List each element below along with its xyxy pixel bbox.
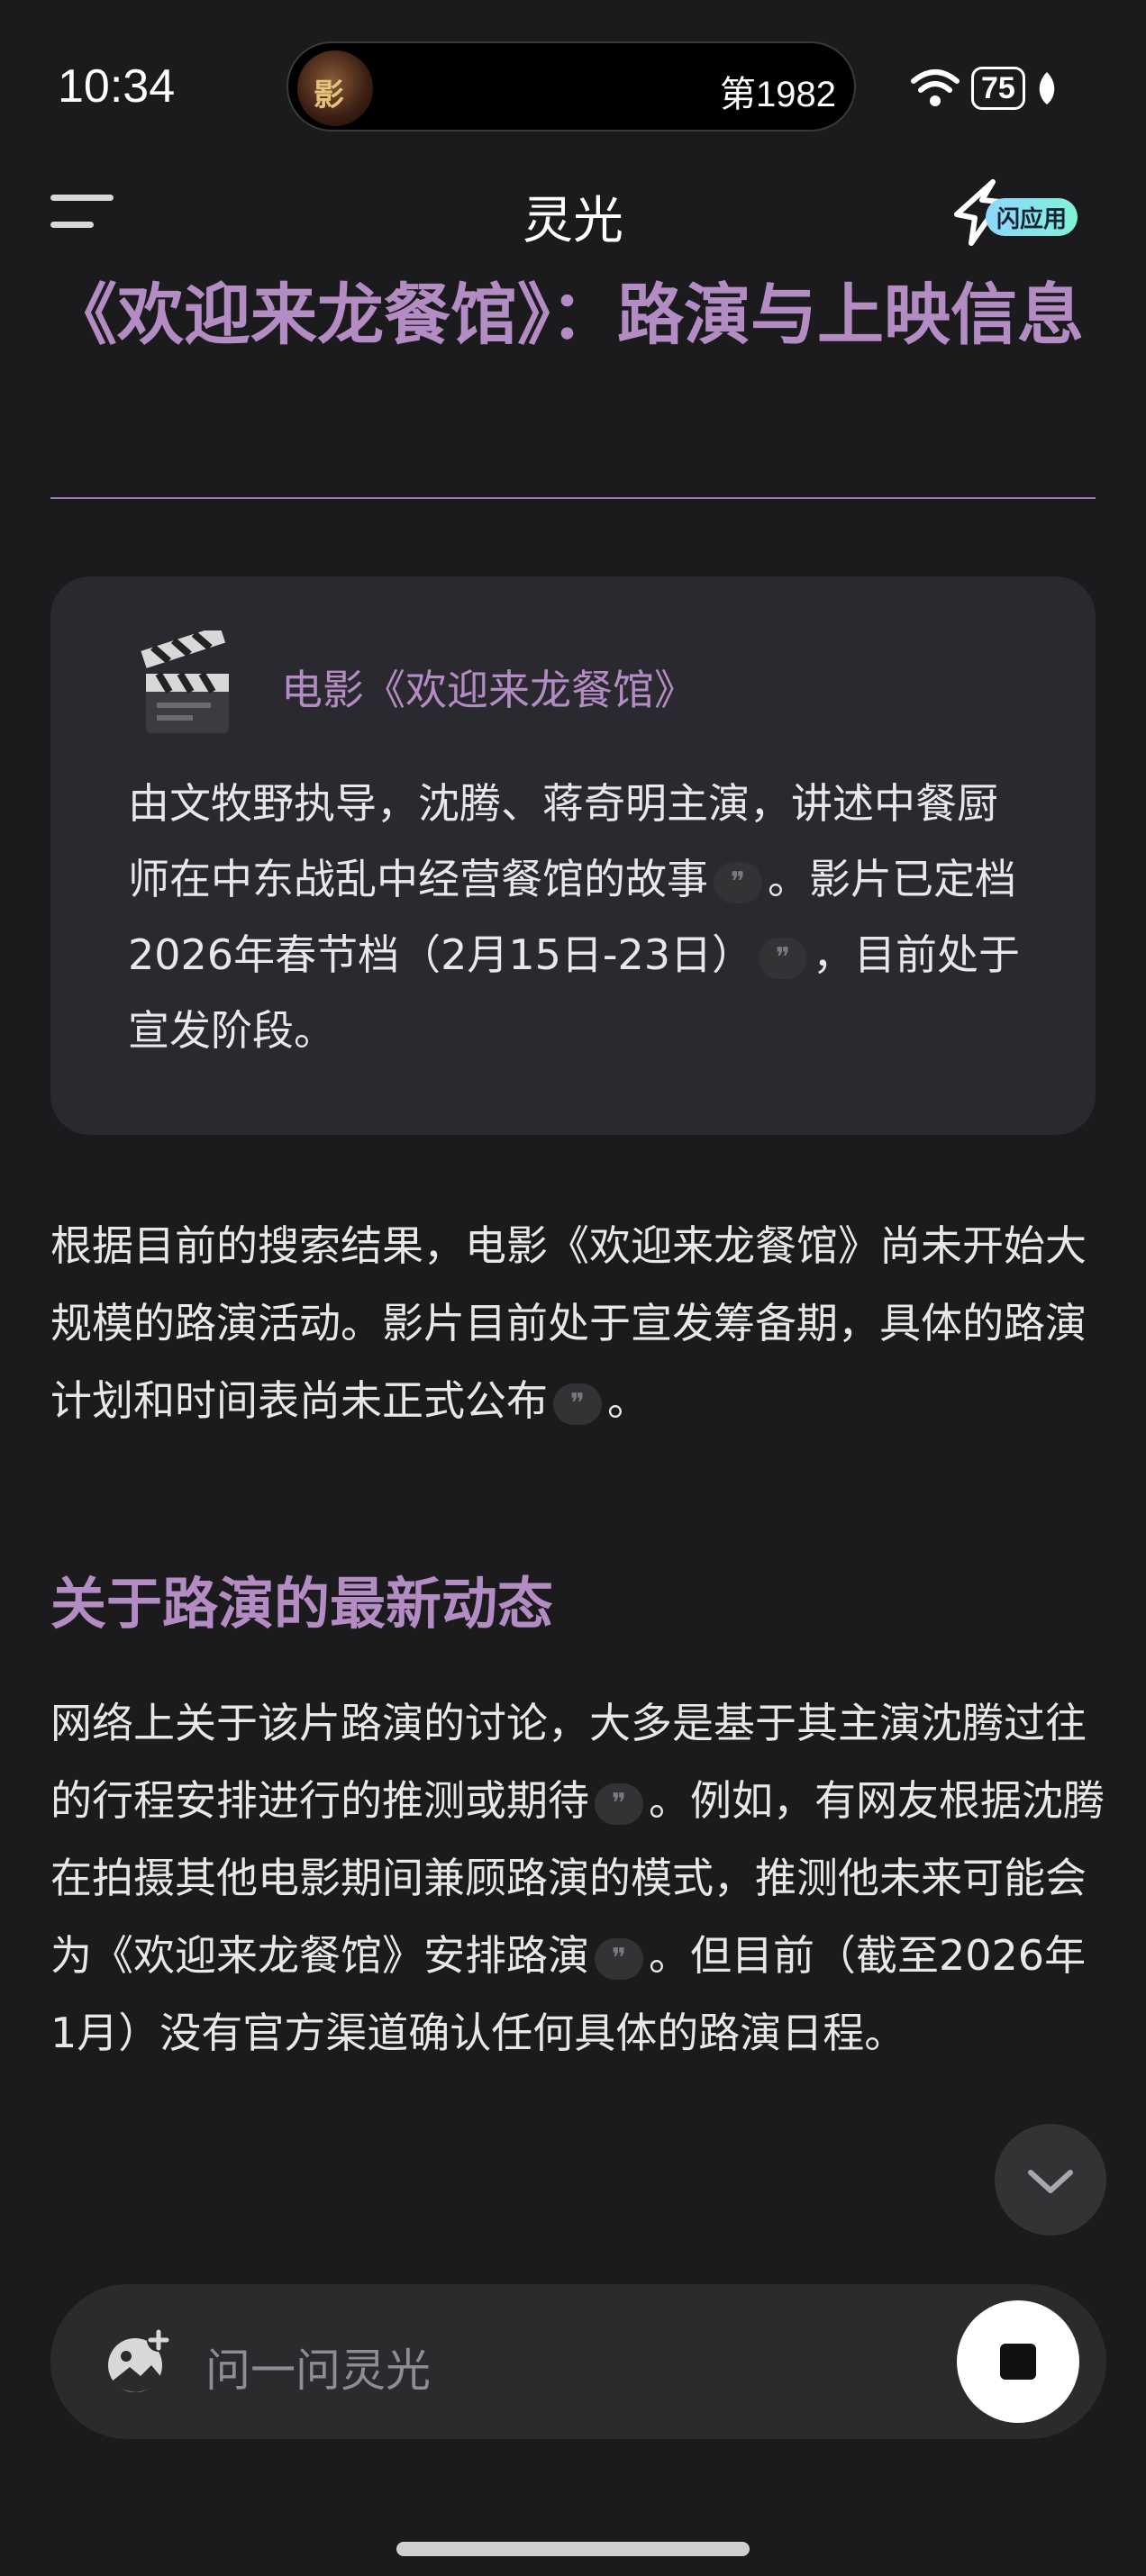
paragraph-text: 。 bbox=[607, 1376, 649, 1425]
thumbnail-char: 影 bbox=[314, 77, 344, 113]
section-heading: 关于路演的最新动态 bbox=[50, 1571, 554, 1637]
chevron-down-icon bbox=[1028, 2170, 1073, 2193]
flash-app-button[interactable]: 闪应用 bbox=[948, 177, 1092, 249]
home-indicator[interactable] bbox=[396, 2542, 750, 2556]
citation-icon[interactable]: ❞ bbox=[595, 1937, 643, 1980]
island-text: 第1982 bbox=[720, 75, 836, 114]
article-heading: 《欢迎来龙餐馆》：路演与上映信息 bbox=[50, 277, 1084, 354]
citation-icon[interactable]: ❞ bbox=[759, 937, 807, 979]
stop-icon bbox=[1000, 2344, 1036, 2380]
stop-generation-button[interactable] bbox=[957, 2300, 1079, 2423]
add-image-icon[interactable] bbox=[103, 2327, 171, 2396]
media-thumbnail: 影 bbox=[297, 50, 373, 126]
battery-indicator: 75 bbox=[971, 67, 1025, 110]
status-bar: 10:34 影 第1982 75 bbox=[0, 0, 1146, 171]
card-body: 由文牧野执导，沈腾、蒋奇明主演，讲述中餐厨师在中东战乱中经营餐馆的故事 ❞ 。影片已… bbox=[128, 766, 1038, 1068]
citation-icon[interactable]: ❞ bbox=[553, 1383, 602, 1425]
scroll-down-button[interactable] bbox=[995, 2124, 1106, 2236]
status-icons: 75 bbox=[910, 61, 1058, 115]
dynamic-island[interactable]: 影 第1982 bbox=[286, 41, 856, 132]
card-title: 电影《欢迎来龙餐馆》 bbox=[281, 666, 696, 714]
wifi-icon bbox=[911, 69, 960, 106]
divider bbox=[50, 497, 1096, 499]
citation-icon[interactable]: ❞ bbox=[595, 1782, 643, 1825]
status-time: 10:34 bbox=[58, 60, 176, 113]
citation-icon[interactable]: ❞ bbox=[714, 861, 762, 903]
paragraph-roadshow-news: 网络上关于该片路演的讨论，大多是基于其主演沈腾过往的行程安排进行的推测或期待 ❞。… bbox=[50, 1684, 1105, 2072]
movie-info-card: 电影《欢迎来龙餐馆》 由文牧野执导，沈腾、蒋奇明主演，讲述中餐厨师在中东战乱中经… bbox=[50, 576, 1096, 1135]
leaf-icon bbox=[1039, 72, 1055, 104]
flash-app-badge: 闪应用 bbox=[986, 198, 1078, 236]
ask-input-placeholder[interactable]: 问一问灵光 bbox=[205, 2335, 431, 2399]
clapper-board-icon bbox=[141, 630, 229, 733]
ask-input-bar[interactable]: 问一问灵光 bbox=[50, 2284, 1106, 2439]
paragraph-search-result: 根据目前的搜索结果，电影《欢迎来龙餐馆》尚未开始大规模的路演活动。影片目前处于宣… bbox=[50, 1207, 1105, 1439]
